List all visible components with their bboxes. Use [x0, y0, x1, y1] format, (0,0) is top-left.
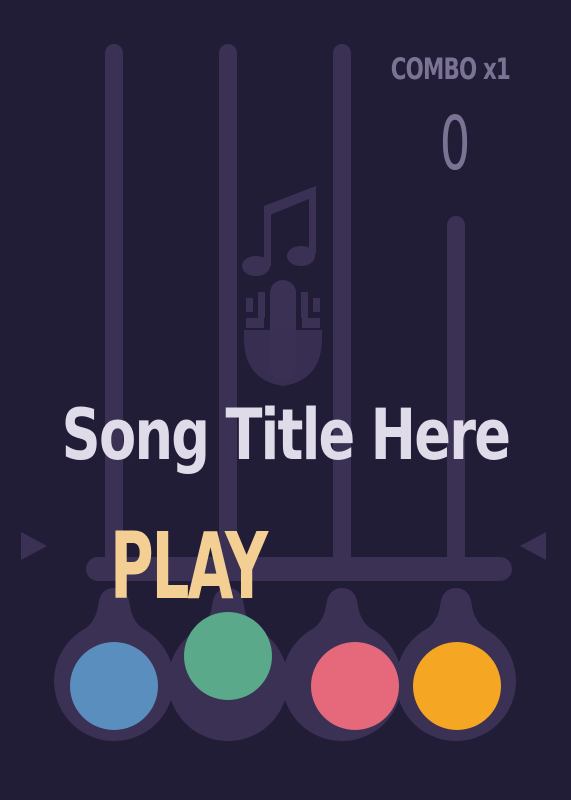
- lane-button-orange[interactable]: [413, 642, 501, 730]
- lane-button-red[interactable]: [311, 642, 399, 730]
- lane-button-green[interactable]: [184, 612, 272, 700]
- lane-button-blue[interactable]: [70, 642, 158, 730]
- previous-song-arrow[interactable]: [17, 528, 51, 564]
- song-title: Song Title Here: [61, 394, 511, 476]
- music-note-icon: [242, 186, 322, 386]
- lane-track-1: [105, 44, 123, 564]
- combo-counter: COMBO x1: [390, 52, 511, 86]
- lane-track-3: [333, 44, 351, 564]
- arrow-left-icon: [21, 532, 47, 560]
- lane-track-2: [219, 44, 237, 564]
- play-button[interactable]: PLAY: [110, 512, 268, 622]
- next-song-arrow[interactable]: [516, 528, 550, 564]
- game-stage: COMBO x1 0 Song Title Here PLAY: [0, 0, 571, 800]
- score-value: 0: [439, 101, 471, 187]
- lane-buttons: [54, 588, 516, 742]
- arrow-right-icon: [520, 532, 546, 560]
